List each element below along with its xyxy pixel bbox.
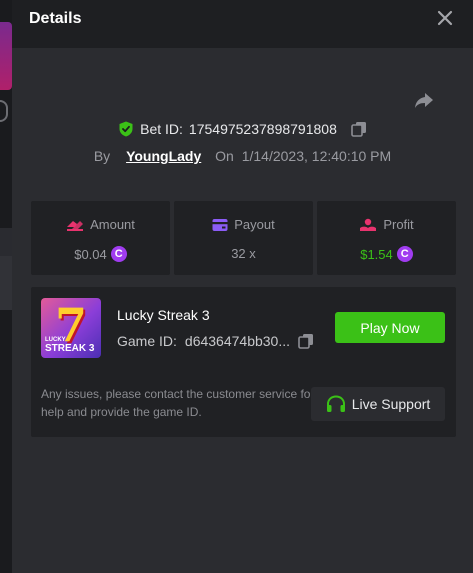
by-label: By <box>93 148 111 164</box>
bet-author-row: By YoungLady On 1/14/2023, 12:40:10 PM <box>12 148 473 164</box>
username-link[interactable]: YoungLady <box>126 148 201 164</box>
stat-amount-value-row: $0.04 C <box>31 246 170 262</box>
background-page-strip <box>0 0 12 573</box>
stat-payout-value: 32 x <box>231 246 256 261</box>
game-name: Lucky Streak 3 <box>117 307 210 323</box>
game-card: 7 LUCKY STREAK 3 Lucky Streak 3 Game ID:… <box>31 287 456 437</box>
verified-shield-icon <box>119 121 133 137</box>
amount-icon <box>67 220 84 231</box>
play-now-button[interactable]: Play Now <box>335 312 445 343</box>
bet-id-value: 1754975237898791808 <box>188 121 337 137</box>
stat-amount: Amount $0.04 C <box>31 201 170 275</box>
background-banner <box>0 22 12 90</box>
bet-id-row: Bet ID: 1754975237898791808 <box>12 121 473 140</box>
stat-amount-value: $0.04 <box>74 246 107 262</box>
share-icon[interactable] <box>412 88 436 112</box>
headset-icon <box>326 395 345 412</box>
bet-stats: Amount $0.04 C Payout 32 x Profit $1.54 … <box>31 201 456 275</box>
modal-header: Details <box>12 0 473 48</box>
background-nav-arrow <box>0 100 8 122</box>
stat-profit-label: Profit <box>383 217 414 232</box>
game-id-row: Game ID: d6436474bb30... <box>117 333 314 349</box>
stat-profit: Profit $1.54 C <box>317 201 456 275</box>
stat-payout-label: Payout <box>234 217 275 232</box>
live-support-button[interactable]: Live Support <box>311 387 445 421</box>
support-message: Any issues, please contact the customer … <box>41 387 315 419</box>
bet-id-label: Bet ID: <box>140 121 183 137</box>
copy-icon[interactable] <box>351 121 367 137</box>
background-panel <box>0 256 12 310</box>
game-id-value: d6436474bb30... <box>184 333 291 349</box>
stat-payout: Payout 32 x <box>174 201 313 275</box>
game-id-label: Game ID: <box>117 333 177 349</box>
stat-amount-label-row: Amount <box>31 217 170 232</box>
on-label: On <box>215 148 234 164</box>
bet-details-modal: Details Bet ID: 1754975237898791808 By Y… <box>12 0 473 573</box>
close-icon[interactable] <box>435 8 455 28</box>
game-thumbnail[interactable]: 7 LUCKY STREAK 3 <box>41 298 101 358</box>
stat-amount-label: Amount <box>90 217 135 232</box>
stat-payout-label-row: Payout <box>174 217 313 232</box>
copy-icon[interactable] <box>298 333 314 349</box>
bet-datetime: 1/14/2023, 12:40:10 PM <box>241 148 392 164</box>
stat-profit-label-row: Profit <box>317 217 456 232</box>
thumbnail-caption-bottom: STREAK 3 <box>45 343 95 354</box>
coin-icon: C <box>110 246 127 262</box>
background-panel <box>0 228 12 256</box>
profit-icon <box>360 218 377 231</box>
payout-icon <box>212 218 228 231</box>
coin-icon: C <box>396 246 413 262</box>
modal-title: Details <box>29 10 82 27</box>
live-support-label: Live Support <box>351 396 431 412</box>
stat-profit-value: $1.54 <box>360 246 393 262</box>
stat-payout-value-row: 32 x <box>174 246 313 261</box>
stat-profit-value-row: $1.54 C <box>317 246 456 262</box>
